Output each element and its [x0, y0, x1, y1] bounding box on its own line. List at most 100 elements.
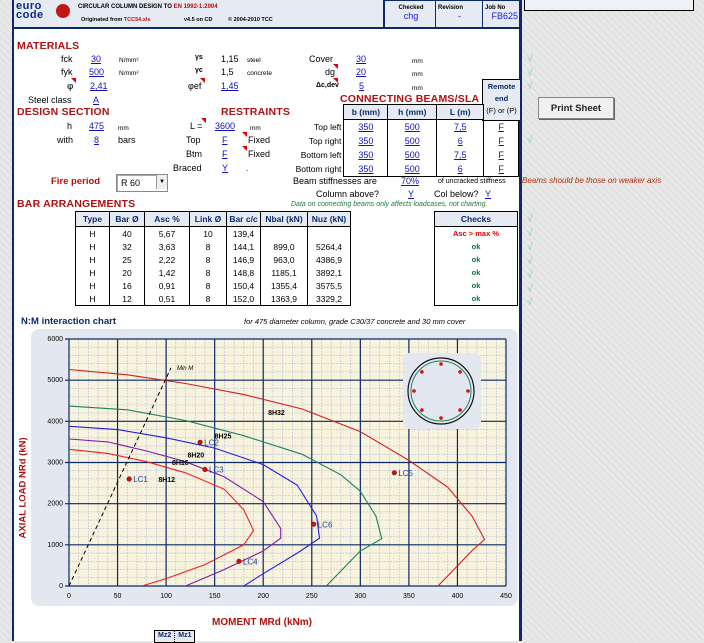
with-label: with	[57, 135, 74, 145]
beam-L-input[interactable]: 6	[458, 136, 463, 146]
col-below-input[interactable]: Y	[485, 189, 491, 199]
revision-value[interactable]: -	[436, 11, 483, 21]
load-case-point	[197, 439, 203, 445]
copyright-label: © 2004-2010 TCC	[228, 17, 273, 23]
beam-row-label: Bottom right	[295, 164, 342, 175]
beam-h-input[interactable]: 500	[405, 136, 420, 146]
check-tick-icon: √	[527, 54, 533, 65]
beam-h-input[interactable]: 500	[405, 150, 420, 160]
jobno-value[interactable]: FB625	[483, 11, 520, 21]
interaction-chart: 0 50 100 150 200 250 300 350 400 450 0 1000 2000 3000…	[47, 336, 512, 600]
cover-input[interactable]: 30	[356, 54, 366, 64]
bars-count-input[interactable]: 8	[94, 135, 99, 145]
beam-row: Top left 350 500 7,5 F	[272, 119, 519, 134]
title-prefix: CIRCULAR COLUMN DESIGN TO	[78, 4, 174, 10]
beam-row-label: Bottom left	[300, 150, 342, 160]
fck-input[interactable]: 30	[91, 54, 101, 64]
beam-h-input[interactable]: 500	[405, 164, 420, 174]
bar-table-cell: 963,0	[260, 253, 308, 266]
load-case-label: LC3	[209, 465, 224, 474]
bar-table-cell: 20	[109, 266, 145, 279]
bar-table-cell: 899,0	[260, 240, 308, 253]
beam-L-input[interactable]: 7,5	[454, 150, 467, 160]
print-sheet-button[interactable]: Print Sheet	[538, 97, 614, 119]
fyk-input[interactable]: 500	[89, 67, 104, 77]
beam-b-input[interactable]: 350	[358, 150, 373, 160]
materials-heading: MATERIALS	[17, 40, 80, 52]
top-restraint-input[interactable]: F	[222, 135, 228, 145]
beam-end-input[interactable]: F	[498, 136, 504, 146]
braced-input[interactable]: Y	[222, 163, 228, 173]
bar-table-cell: 3329,2	[307, 292, 351, 306]
beam-L-input[interactable]: 7,5	[454, 122, 467, 132]
curve-label: 8H20	[187, 453, 204, 460]
bar-table-cell: 148,8	[226, 266, 261, 279]
x-tick-label: 250	[306, 593, 318, 600]
beam-end-input[interactable]: F	[498, 150, 504, 160]
h-input[interactable]: 475	[89, 121, 104, 131]
beam-b-input[interactable]: 350	[358, 164, 373, 174]
braced-note: .	[246, 163, 249, 173]
delta-cdev-label: Δc,dev	[316, 82, 339, 89]
remote-end-label-1: Remote	[487, 82, 516, 91]
bar-table-cell: 25	[109, 253, 145, 266]
bar-table-cell: 8	[189, 266, 227, 279]
comment-marker-icon	[333, 78, 338, 83]
beam-end-input[interactable]: F	[498, 164, 504, 174]
rebar-dot-icon	[466, 389, 470, 393]
bar-table-cell: 3,63	[144, 240, 190, 253]
chart-area: 0 50 100 150 200 250 300 350 400 450 0 1000 2000 3000…	[31, 329, 518, 606]
beam-end-input[interactable]: F	[498, 122, 504, 132]
fyk-unit: N/mm²	[119, 70, 139, 77]
logo-swoosh-icon	[56, 4, 70, 18]
bar-table-header: Nbal (kN)	[260, 211, 308, 227]
chart-tabs: Mz2 Mz1	[154, 630, 196, 643]
checked-value[interactable]: chg	[385, 11, 437, 21]
dropdown-arrow-icon[interactable]: ▼	[156, 175, 167, 189]
design-section-heading: DESIGN SECTION	[17, 106, 110, 118]
fire-period-select[interactable]: R 60 ▼	[116, 174, 168, 192]
length-input[interactable]: 3600	[215, 121, 235, 131]
phi-ef-input[interactable]: 1,45	[221, 81, 239, 91]
check-tick-icon: √	[527, 284, 533, 295]
y-axis-label-text: AXIAL LOAD NRd (kN)	[17, 437, 29, 539]
check-result: ok	[434, 240, 518, 253]
y-tick-label: 4000	[47, 418, 63, 425]
bar-table-cell: 152,0	[226, 292, 261, 306]
x-tick-label: 50	[114, 593, 122, 600]
checks-header: Checks	[434, 211, 518, 227]
load-case-label: LC5	[398, 469, 413, 478]
delta-cdev-input[interactable]: 5	[359, 81, 364, 91]
column-above-input[interactable]: Y	[408, 189, 414, 199]
bar-table-cell: 0,51	[144, 292, 190, 306]
curve-label: 8H32	[268, 410, 285, 417]
beam-stiffness-input[interactable]: 70%	[401, 176, 419, 186]
gamma-c-label: γc	[195, 67, 203, 74]
beam-stiffness-note: of uncracked stiffness	[438, 178, 506, 185]
beam-L-header: L (m)	[436, 104, 485, 120]
bar-table-cell: 1185,1	[260, 266, 308, 279]
steel-class-input[interactable]: A	[93, 95, 99, 105]
y-axis-label: AXIAL LOAD NRd (kN)	[17, 409, 29, 539]
beam-h-input[interactable]: 500	[405, 122, 420, 132]
version-label: v4.5 on CD	[184, 17, 213, 23]
sheet-header: euro code CIRCULAR COLUMN DESIGN TO EN 1…	[14, 0, 520, 29]
checks-table: Checks Asc > max % ok ok ok ok ok	[434, 211, 518, 306]
doc-title: CIRCULAR COLUMN DESIGN TO EN 1992-1:2004	[78, 4, 218, 10]
beam-L-input[interactable]: 6	[458, 164, 463, 174]
tab-mz2[interactable]: Mz2	[155, 631, 176, 642]
tab-mz1[interactable]: Mz1	[175, 631, 194, 642]
x-tick-label: 200	[257, 593, 269, 600]
bar-table-cell: 8	[189, 253, 227, 266]
bar-table-cell: 144,1	[226, 240, 261, 253]
phi-input[interactable]: 2,41	[90, 81, 108, 91]
beam-b-input[interactable]: 350	[358, 122, 373, 132]
beam-warning-note: Beams should be those on weaker axis	[522, 176, 662, 185]
dg-input[interactable]: 20	[356, 67, 366, 77]
btm-restraint-note: Fixed	[248, 149, 271, 159]
bar-table-cell: 150,4	[226, 279, 261, 292]
btm-restraint-input[interactable]: F	[222, 149, 228, 159]
beam-b-input[interactable]: 350	[358, 136, 373, 146]
top-restraint-note: Fixed	[248, 135, 271, 145]
h-unit: mm	[118, 125, 129, 132]
